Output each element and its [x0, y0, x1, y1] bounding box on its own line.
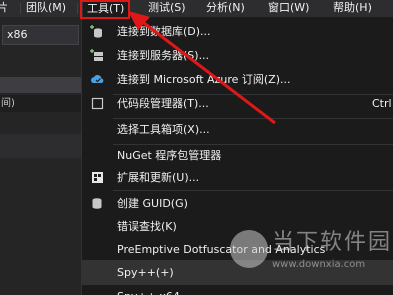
menu-item-connect-server[interactable]: 连接到服务器(S)...: [82, 43, 393, 68]
menu-item-label: 扩展和更新(U)...: [117, 171, 200, 184]
panel-row: 间): [0, 95, 81, 112]
menu-item-label: 创建 GUID(G): [117, 197, 188, 210]
menu-test[interactable]: 测试(S): [148, 0, 186, 17]
menu-item-choose-toolbox[interactable]: 选择工具箱项(X)...: [82, 117, 393, 142]
menu-item-label: Spy++(+): [117, 266, 174, 279]
menu-item-label: Spy++ x64: [117, 284, 180, 295]
azure-cloud-icon: [90, 73, 104, 86]
menu-analyze[interactable]: 分析(N): [206, 0, 245, 17]
menu-item-connect-azure[interactable]: 连接到 Microsoft Azure 订阅(Z)...: [82, 67, 393, 92]
menu-item-spy-x64[interactable]: Spy++ x64: [82, 284, 393, 295]
database-connect-icon: [90, 25, 104, 38]
menu-item-spy[interactable]: Spy++(+): [82, 260, 393, 285]
menu-item-label: 连接到服务器(S)...: [117, 49, 210, 62]
tools-dropdown-menu: 连接到数据库(D)... 连接到服务器(S)... 连接到 Microsoft …: [81, 17, 393, 295]
menu-item-shortcut: Ctrl: [372, 97, 392, 110]
menu-fragment-left[interactable]: 片: [0, 0, 8, 17]
extensions-icon: [90, 171, 104, 184]
menu-separator: [77, 3, 78, 14]
menu-item-label: PreEmptive Dotfuscator and Analytics: [117, 243, 326, 256]
menu-item-label: 代码段管理器(T)...: [117, 97, 209, 110]
menu-tools[interactable]: 工具(T): [82, 0, 130, 17]
panel-band: [0, 77, 81, 93]
menu-item-connect-database[interactable]: 连接到数据库(D)...: [82, 19, 393, 44]
menu-help[interactable]: 帮助(H): [333, 0, 372, 17]
menu-team[interactable]: 团队(M): [26, 0, 66, 17]
panel-band: [0, 134, 81, 158]
guid-icon: [90, 197, 104, 210]
menu-item-extensions[interactable]: 扩展和更新(U)...: [82, 165, 393, 190]
checkbox-icon: [90, 97, 104, 110]
menu-item-error-lookup[interactable]: 错误查找(K): [82, 214, 393, 239]
menu-bar: 片 团队(M) 工具(T) 测试(S) 分析(N) 窗口(W) 帮助(H): [0, 0, 393, 17]
menu-separator: [20, 3, 21, 14]
server-connect-icon: [90, 49, 104, 62]
menu-window[interactable]: 窗口(W): [268, 0, 309, 17]
menu-item-label: 错误查找(K): [117, 220, 177, 233]
left-panel: x86 间): [0, 17, 81, 295]
platform-combo[interactable]: x86: [2, 25, 79, 45]
menu-item-create-guid[interactable]: 创建 GUID(G): [82, 191, 393, 216]
menu-item-snippets-manager[interactable]: 代码段管理器(T)... Ctrl: [82, 91, 393, 116]
menu-item-label: 连接到 Microsoft Azure 订阅(Z)...: [117, 73, 291, 86]
menu-item-label: 连接到数据库(D)...: [117, 25, 211, 38]
menu-item-label: 选择工具箱项(X)...: [117, 123, 210, 136]
menu-item-dotfuscator[interactable]: PreEmptive Dotfuscator and Analytics: [82, 237, 393, 262]
